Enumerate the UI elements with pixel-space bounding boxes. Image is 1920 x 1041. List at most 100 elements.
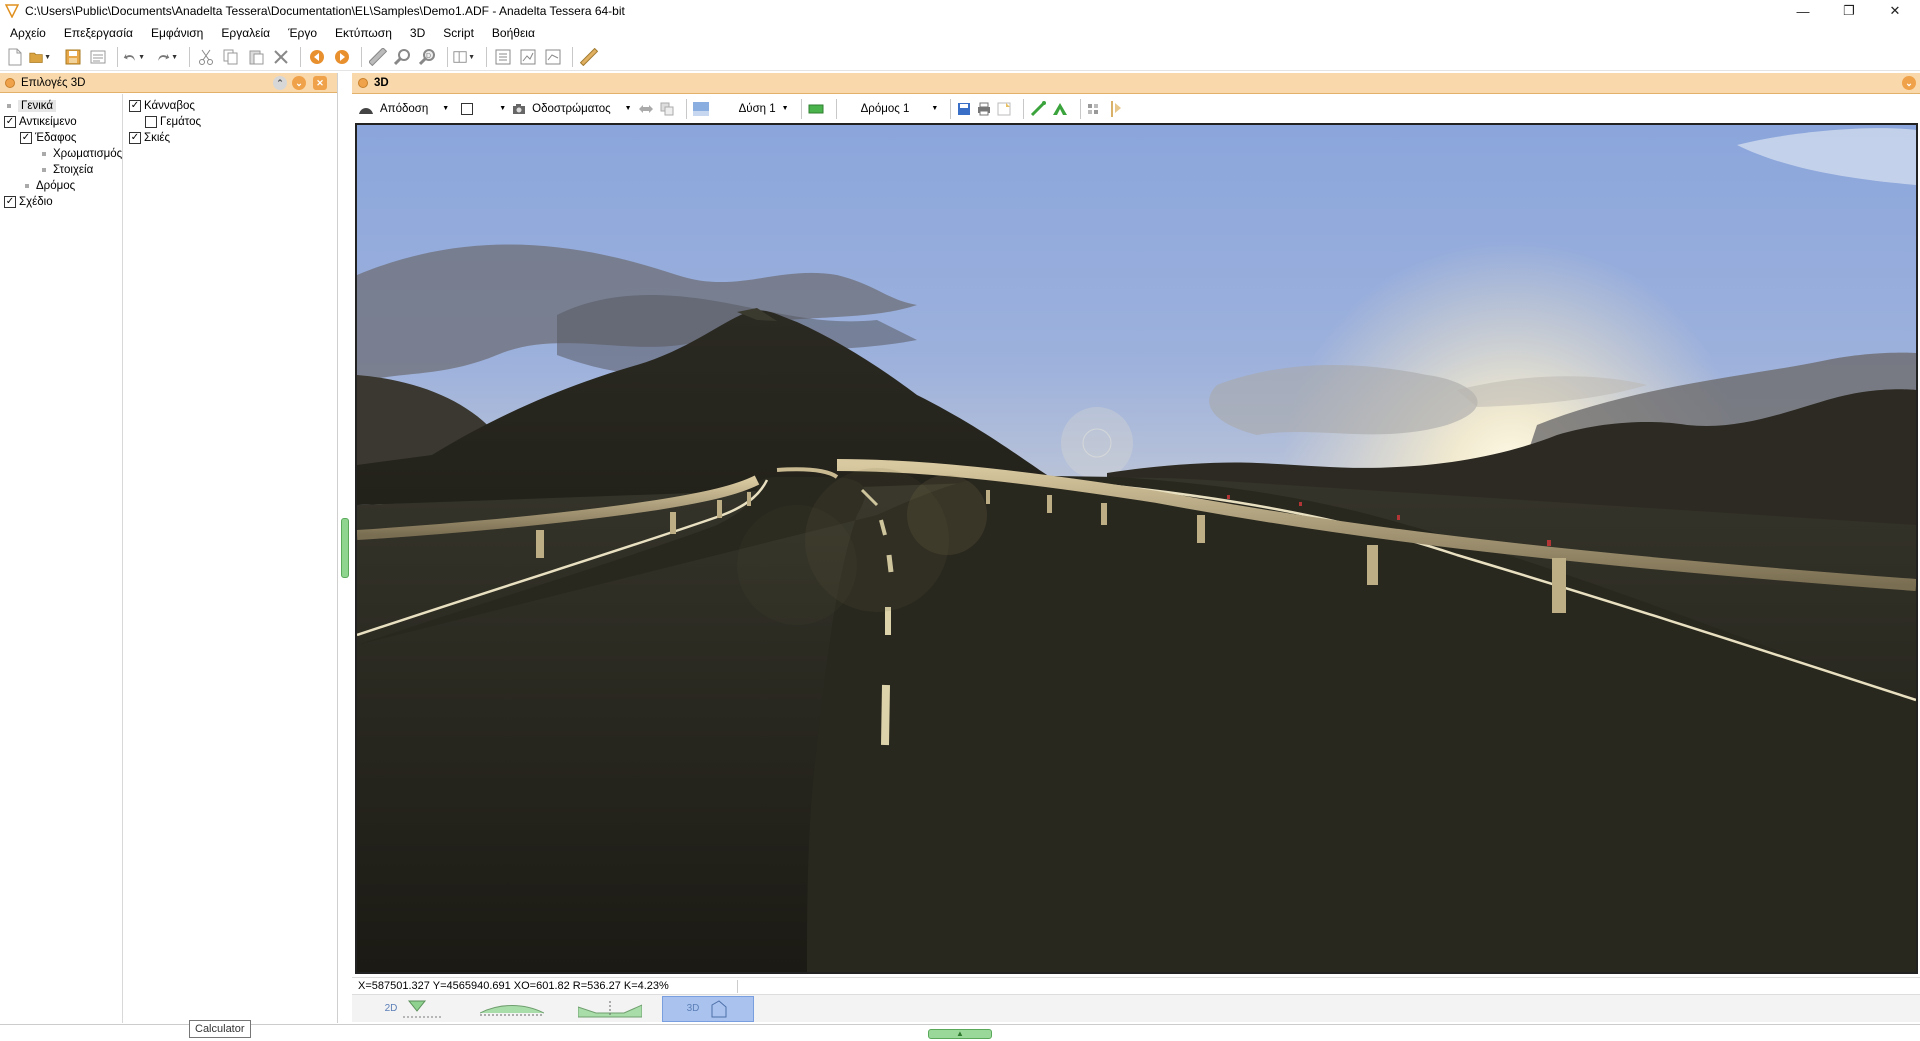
- toolbar-separator: [572, 47, 573, 67]
- print-view-icon[interactable]: [977, 102, 991, 116]
- panel-splitter[interactable]: [339, 73, 352, 1023]
- zoom-icon[interactable]: [392, 46, 414, 68]
- document-menu-icon[interactable]: ⌄: [1902, 76, 1916, 90]
- sunset-dropdown[interactable]: Δύση 1 ▼: [739, 103, 789, 115]
- tree-label: Δρόμος: [36, 180, 76, 192]
- close-button[interactable]: ✕: [1872, 0, 1918, 22]
- viewbar-separator: [1023, 98, 1025, 119]
- copy-view-icon[interactable]: [660, 102, 674, 116]
- frame-icon: [461, 102, 474, 115]
- pan-icon[interactable]: [638, 103, 654, 115]
- tab-cross-section[interactable]: [564, 996, 656, 1022]
- tree-label: Στοιχεία: [53, 164, 94, 176]
- panel-close-icon[interactable]: ✕: [313, 76, 327, 90]
- menu-tools[interactable]: Εργαλεία: [212, 22, 279, 44]
- ruler-icon[interactable]: [367, 46, 389, 68]
- tree-bullet-icon: [42, 152, 46, 156]
- viewbar-separator: [835, 98, 837, 119]
- fly-icon[interactable]: [1052, 101, 1068, 117]
- menu-file[interactable]: Αρχείο: [4, 22, 55, 44]
- checkbox-grid[interactable]: ✓: [129, 100, 141, 112]
- camera-label: Οδοστρώματος: [532, 102, 611, 115]
- checkbox-object[interactable]: ✓: [4, 116, 16, 128]
- tooltip: Calculator: [189, 1020, 251, 1038]
- copy-icon[interactable]: [220, 46, 242, 68]
- tab-longitudinal-profile[interactable]: [466, 996, 558, 1022]
- toolbar-separator: [300, 47, 301, 67]
- minimize-button[interactable]: —: [1780, 0, 1826, 22]
- grid-toggle-icon[interactable]: [1087, 102, 1103, 116]
- profile-icon[interactable]: [542, 46, 564, 68]
- bottom-panel-strip: ▲: [0, 1024, 1920, 1041]
- redo-icon[interactable]: ▼: [156, 46, 178, 68]
- walk-path-icon[interactable]: [1030, 100, 1047, 117]
- toolbar-separator: [189, 47, 190, 67]
- panel-pin-icon[interactable]: ⌄: [292, 76, 306, 90]
- tree-item-road[interactable]: Δρόμος: [21, 178, 75, 194]
- checkbox-drawing[interactable]: ✓: [4, 196, 16, 208]
- menu-print[interactable]: Εκτύπωση: [326, 22, 401, 44]
- 3d-house-icon: [711, 999, 727, 1017]
- tab-3d-view[interactable]: 3D: [662, 995, 754, 1022]
- checkbox-filled[interactable]: [145, 116, 157, 128]
- save-icon[interactable]: [62, 46, 84, 68]
- tree-item-drawing[interactable]: ✓ Σχέδιο: [4, 194, 53, 210]
- frame-dropdown[interactable]: ▼: [461, 102, 506, 115]
- cut-icon[interactable]: [195, 46, 217, 68]
- window-title: C:\Users\Public\Documents\Anadelta Tesse…: [25, 4, 625, 18]
- panel-list-icon[interactable]: [492, 46, 514, 68]
- menu-script[interactable]: Script: [434, 22, 483, 44]
- option-grid[interactable]: ✓ Κάνναβος: [129, 98, 195, 114]
- camera-dropdown[interactable]: Οδοστρώματος ▼: [512, 102, 632, 115]
- menu-edit[interactable]: Επεξεργασία: [55, 22, 142, 44]
- menu-project[interactable]: Έργο: [279, 22, 326, 44]
- render-dropdown[interactable]: Απόδοση ▼: [358, 103, 449, 115]
- app-logo-icon: [5, 4, 19, 18]
- view-toolbar: Απόδοση ▼ ▼ Οδοστρώματος ▼ Δύση 1 ▼ Δρόμ…: [352, 95, 1920, 122]
- chart-icon[interactable]: [517, 46, 539, 68]
- export-image-icon[interactable]: [997, 102, 1011, 116]
- road-dropdown[interactable]: Δρόμος 1 ▼: [861, 103, 939, 115]
- checkbox-terrain[interactable]: ✓: [20, 132, 32, 144]
- sunset-label: Δύση 1: [738, 102, 776, 115]
- 3d-viewport[interactable]: [355, 123, 1918, 974]
- document-collapse-icon[interactable]: [358, 78, 368, 88]
- menu-view[interactable]: Εμφάνιση: [142, 22, 212, 44]
- tree-item-terrain[interactable]: ✓ Έδαφος: [20, 130, 76, 146]
- zoom-window-icon[interactable]: D: [417, 46, 439, 68]
- tab-2d-plan[interactable]: 2D: [368, 996, 460, 1022]
- panel-up-icon[interactable]: ⌃: [273, 76, 287, 90]
- tree-label: Χρωματισμός: [53, 148, 123, 160]
- forward-icon[interactable]: [331, 46, 353, 68]
- undo-icon[interactable]: ▼: [123, 46, 145, 68]
- tree-item-general[interactable]: Γενικά: [7, 98, 57, 114]
- tree-item-object[interactable]: ✓ Αντικείμενο: [4, 114, 77, 130]
- open-folder-icon[interactable]: ▼: [29, 46, 51, 68]
- tree-settings-icon[interactable]: [1109, 100, 1123, 118]
- splitter-grip[interactable]: [341, 518, 349, 578]
- expand-bottom-panel-icon[interactable]: ▲: [928, 1029, 992, 1039]
- back-icon[interactable]: [306, 46, 328, 68]
- options-list: ✓ Κάνναβος Γεμάτος ✓ Σκιές: [124, 94, 338, 1023]
- new-file-icon[interactable]: [4, 46, 26, 68]
- option-filled[interactable]: Γεμάτος: [145, 114, 201, 130]
- app-window: C:\Users\Public\Documents\Anadelta Tesse…: [0, 0, 1920, 1041]
- properties-icon[interactable]: [87, 46, 109, 68]
- 3d-scene-render: [357, 125, 1916, 972]
- road-color-icon[interactable]: [808, 103, 824, 115]
- delete-icon[interactable]: [270, 46, 292, 68]
- checkbox-shadows[interactable]: ✓: [129, 132, 141, 144]
- option-shadows[interactable]: ✓ Σκιές: [129, 130, 170, 146]
- viewbar-separator: [950, 98, 952, 119]
- restore-button[interactable]: ❐: [1826, 0, 1872, 22]
- menu-help[interactable]: Βοήθεια: [483, 22, 544, 44]
- save-view-icon[interactable]: [957, 102, 971, 116]
- layout-icon[interactable]: ▼: [453, 46, 475, 68]
- panel-collapse-icon[interactable]: [5, 77, 15, 88]
- paste-icon[interactable]: [245, 46, 267, 68]
- sky-icon[interactable]: [692, 101, 709, 116]
- tree-item-coloring[interactable]: Χρωματισμός: [38, 146, 122, 162]
- measure-icon[interactable]: [578, 46, 600, 68]
- tree-item-elements[interactable]: Στοιχεία: [38, 162, 93, 178]
- menu-3d[interactable]: 3D: [401, 22, 434, 44]
